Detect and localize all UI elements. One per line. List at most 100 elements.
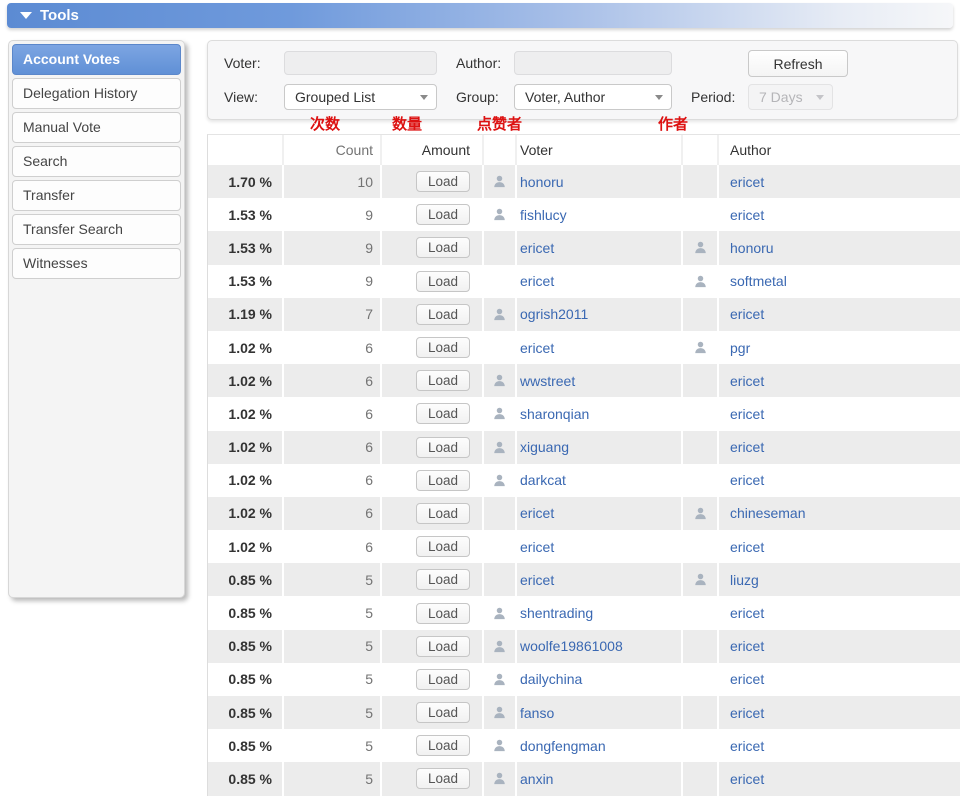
- voter-link[interactable]: ericet: [520, 340, 554, 356]
- load-button[interactable]: Load: [416, 669, 470, 690]
- person-icon: [693, 340, 708, 355]
- author-link[interactable]: ericet: [730, 638, 764, 654]
- sidebar-item-search[interactable]: Search: [12, 146, 181, 177]
- tools-header-bar[interactable]: Tools: [7, 3, 953, 28]
- author-cell: pgr: [717, 331, 960, 364]
- author-link[interactable]: ericet: [730, 705, 764, 721]
- voter-link[interactable]: dailychina: [520, 671, 582, 687]
- load-button[interactable]: Load: [416, 636, 470, 657]
- author-link[interactable]: ericet: [730, 539, 764, 555]
- voter-cell: dailychina: [515, 663, 681, 696]
- voter-cell: ogrish2011: [515, 298, 681, 331]
- voter-link[interactable]: darkcat: [520, 472, 566, 488]
- load-button[interactable]: Load: [416, 569, 470, 590]
- author-link[interactable]: liuzg: [730, 572, 759, 588]
- voter-icon-cell: [482, 530, 515, 563]
- voter-cell: fanso: [515, 696, 681, 729]
- chevron-down-icon: [420, 95, 428, 100]
- sidebar-item-delegation-history[interactable]: Delegation History: [12, 78, 181, 109]
- vote-count: 5: [282, 596, 380, 629]
- author-link[interactable]: ericet: [730, 207, 764, 223]
- view-select[interactable]: Grouped List: [284, 84, 437, 110]
- author-link[interactable]: ericet: [730, 472, 764, 488]
- voter-link[interactable]: woolfe19861008: [520, 638, 623, 654]
- load-button[interactable]: Load: [416, 735, 470, 756]
- load-button[interactable]: Load: [416, 603, 470, 624]
- voter-icon-cell: [482, 431, 515, 464]
- author-input[interactable]: [514, 51, 672, 75]
- load-button[interactable]: Load: [416, 437, 470, 458]
- load-button[interactable]: Load: [416, 470, 470, 491]
- author-icon-cell: [681, 231, 717, 264]
- author-link[interactable]: pgr: [730, 340, 750, 356]
- voter-cell: fishlucy: [515, 198, 681, 231]
- author-link[interactable]: ericet: [730, 671, 764, 687]
- load-button[interactable]: Load: [416, 503, 470, 524]
- voter-link[interactable]: ericet: [520, 273, 554, 289]
- author-link[interactable]: ericet: [730, 373, 764, 389]
- load-button[interactable]: Load: [416, 536, 470, 557]
- voter-link[interactable]: ericet: [520, 539, 554, 555]
- sidebar-item-transfer[interactable]: Transfer: [12, 180, 181, 211]
- amount-cell: Load: [380, 464, 482, 497]
- sidebar-item-witnesses[interactable]: Witnesses: [12, 248, 181, 279]
- voter-cell: shentrading: [515, 596, 681, 629]
- voter-link[interactable]: dongfengman: [520, 738, 606, 754]
- voter-cell: honoru: [515, 165, 681, 198]
- person-icon: [492, 174, 507, 189]
- amount-cell: Load: [380, 397, 482, 430]
- author-link[interactable]: honoru: [730, 240, 774, 256]
- vote-percent: 1.53 %: [208, 231, 282, 264]
- voter-link[interactable]: fanso: [520, 705, 554, 721]
- author-link[interactable]: ericet: [730, 605, 764, 621]
- load-button[interactable]: Load: [416, 171, 470, 192]
- voter-cell: ericet: [515, 497, 681, 530]
- voter-icon-cell: [482, 663, 515, 696]
- sidebar-item-account-votes[interactable]: Account Votes: [12, 44, 181, 75]
- voter-link[interactable]: shentrading: [520, 605, 593, 621]
- sidebar-item-manual-vote[interactable]: Manual Vote: [12, 112, 181, 143]
- load-button[interactable]: Load: [416, 304, 470, 325]
- author-link[interactable]: ericet: [730, 306, 764, 322]
- voter-link[interactable]: ericet: [520, 240, 554, 256]
- load-button[interactable]: Load: [416, 204, 470, 225]
- author-cell: ericet: [717, 464, 960, 497]
- view-select-value: Grouped List: [295, 89, 414, 105]
- voter-link[interactable]: anxin: [520, 771, 553, 787]
- vote-percent: 0.85 %: [208, 696, 282, 729]
- author-icon-cell: [681, 464, 717, 497]
- author-link[interactable]: ericet: [730, 439, 764, 455]
- load-button[interactable]: Load: [416, 403, 470, 424]
- load-button[interactable]: Load: [416, 702, 470, 723]
- author-link[interactable]: ericet: [730, 771, 764, 787]
- group-select[interactable]: Voter, Author: [514, 84, 672, 110]
- voter-link[interactable]: honoru: [520, 174, 564, 190]
- sidebar-item-transfer-search[interactable]: Transfer Search: [12, 214, 181, 245]
- author-link[interactable]: softmetal: [730, 273, 787, 289]
- load-button[interactable]: Load: [416, 370, 470, 391]
- voter-input[interactable]: [284, 51, 437, 75]
- voter-cell: ericet: [515, 563, 681, 596]
- period-label: Period:: [691, 84, 735, 110]
- author-link[interactable]: ericet: [730, 738, 764, 754]
- person-icon: [492, 639, 507, 654]
- voter-link[interactable]: ericet: [520, 572, 554, 588]
- voter-icon-cell: [482, 596, 515, 629]
- refresh-button[interactable]: Refresh: [748, 50, 848, 77]
- voter-link[interactable]: ericet: [520, 505, 554, 521]
- load-button[interactable]: Load: [416, 768, 470, 789]
- load-button[interactable]: Load: [416, 271, 470, 292]
- voter-link[interactable]: ogrish2011: [520, 306, 588, 322]
- voter-link[interactable]: fishlucy: [520, 207, 567, 223]
- author-cell: ericet: [717, 762, 960, 795]
- load-button[interactable]: Load: [416, 337, 470, 358]
- author-link[interactable]: ericet: [730, 406, 764, 422]
- voter-link[interactable]: xiguang: [520, 439, 569, 455]
- load-button[interactable]: Load: [416, 237, 470, 258]
- amount-cell: Load: [380, 663, 482, 696]
- author-link[interactable]: ericet: [730, 174, 764, 190]
- filter-panel: Voter: Author: Refresh View: Grouped Lis…: [207, 40, 958, 120]
- author-link[interactable]: chineseman: [730, 505, 806, 521]
- voter-link[interactable]: sharonqian: [520, 406, 589, 422]
- voter-link[interactable]: wwstreet: [520, 373, 575, 389]
